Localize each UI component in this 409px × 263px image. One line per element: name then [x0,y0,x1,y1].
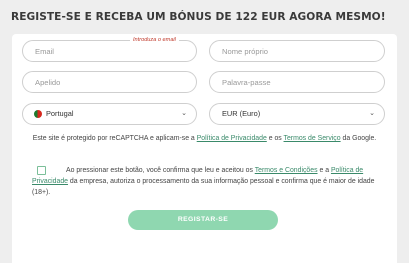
consent-checkbox[interactable] [37,166,46,175]
recaptcha-text: da Google. [340,135,377,142]
email-hint: Introduza o email [130,35,179,45]
first-name-input[interactable] [222,41,384,61]
password-input[interactable] [222,72,384,92]
portugal-flag-icon [34,110,42,118]
consent-text-part: e a [317,167,331,174]
currency-select[interactable]: EUR (Euro) ⌄ [209,103,385,125]
registration-form: Introduza o email Portugal ⌄ EUR (Euro) … [12,34,397,263]
country-select[interactable]: Portugal ⌄ [22,103,197,125]
country-value: Portugal [46,109,74,118]
google-terms-link[interactable]: Termos de Serviço [284,135,341,142]
recaptcha-text: e os [266,135,284,142]
last-name-field[interactable] [22,71,197,93]
consent-text-part: Ao pressionar este botão, você confirma … [66,167,255,174]
recaptcha-text: Este site é protegido por reCAPTCHA e ap… [32,135,197,142]
recaptcha-notice: Este site é protegido por reCAPTCHA e ap… [32,134,377,144]
last-name-input[interactable] [35,72,196,92]
consent-text-part: da empresa, autoriza o processamento da … [32,178,375,196]
register-button[interactable]: REGISTAR-SE [128,210,278,230]
google-privacy-link[interactable]: Política de Privacidade [197,135,267,142]
chevron-down-icon: ⌄ [369,110,375,117]
terms-conditions-link[interactable]: Termos e Condições [255,167,318,174]
chevron-down-icon: ⌄ [181,110,187,117]
password-field[interactable] [209,71,385,93]
first-name-field[interactable] [209,40,385,62]
consent-text: Ao pressionar este botão, você confirma … [32,165,377,198]
page-title: REGISTE-SE E RECEBA UM BÓNUS DE 122 EUR … [11,11,386,23]
currency-value: EUR (Euro) [222,109,261,118]
